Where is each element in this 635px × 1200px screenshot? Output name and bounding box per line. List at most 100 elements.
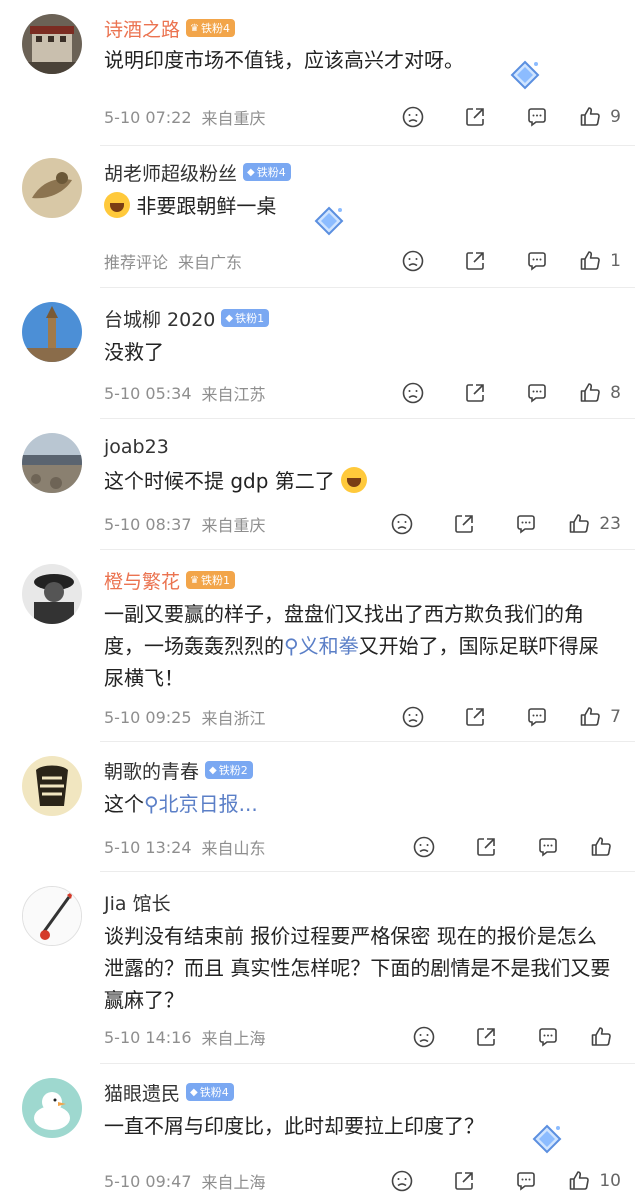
diamond-icon: ◆	[190, 1086, 198, 1098]
username[interactable]: 朝歌的青春	[104, 757, 199, 784]
comment-header: 猫眼遗民 ◆ 铁粉4	[104, 1078, 234, 1106]
fan-badge: ◆ 铁粉1	[221, 309, 270, 327]
topic-link[interactable]: ⚲义和拳	[284, 634, 359, 658]
share-icon	[452, 1169, 476, 1193]
comment-text: 没救了	[104, 340, 164, 364]
avatar[interactable]	[22, 14, 82, 74]
location: 来自重庆	[201, 109, 266, 128]
crown-icon: ♛	[190, 22, 199, 34]
timestamp: 5-10 07:22	[104, 107, 192, 127]
like-icon	[578, 249, 602, 273]
share-button[interactable]	[444, 378, 506, 408]
username[interactable]: 猫眼遗民	[104, 1079, 180, 1106]
topic-link[interactable]: ⚲北京日报...	[144, 792, 258, 816]
avatar[interactable]	[22, 302, 82, 362]
share-button[interactable]	[455, 832, 517, 862]
fan-badge: ◆ 铁粉4	[186, 1083, 234, 1101]
like-icon	[567, 1169, 591, 1193]
fan-badge: ◆ 铁粉2	[205, 761, 253, 779]
comment-meta: 5-10 14:16 来自上海	[104, 1024, 266, 1050]
diamond-icon	[530, 1122, 564, 1156]
avatar[interactable]	[22, 433, 82, 493]
username[interactable]: Jia 馆长	[104, 889, 171, 916]
like-button[interactable]: 7	[568, 705, 621, 729]
reply-button[interactable]	[495, 1166, 557, 1196]
like-button[interactable]: 1	[568, 249, 621, 273]
comment-item: 台城柳 2020 ◆ 铁粉1 没救了 5-10 05:34 来自江苏 8	[0, 288, 635, 418]
reply-button[interactable]	[506, 102, 568, 132]
username[interactable]: joab23	[104, 436, 169, 458]
location: 来自重庆	[201, 516, 266, 535]
like-count: 10	[599, 1171, 621, 1191]
comment-meta: 5-10 08:37 来自重庆	[104, 511, 266, 537]
share-button[interactable]	[455, 1022, 517, 1052]
comment-header: Jia 馆长	[104, 888, 171, 916]
comment-icon	[514, 1169, 538, 1193]
dislike-icon	[401, 381, 425, 405]
reply-button[interactable]	[506, 702, 568, 732]
reply-button[interactable]	[495, 509, 557, 539]
reply-button[interactable]	[517, 1022, 579, 1052]
dislike-button[interactable]	[382, 702, 444, 732]
like-button[interactable]	[579, 835, 621, 859]
recommended-label: 推荐评论	[104, 253, 169, 272]
fan-badge: ◆ 铁粉4	[243, 163, 291, 181]
avatar[interactable]	[22, 886, 82, 946]
share-icon	[474, 835, 498, 859]
dislike-button[interactable]	[382, 378, 444, 408]
like-count: 9	[610, 107, 621, 127]
timestamp: 5-10 14:16	[104, 1027, 192, 1047]
location: 来自山东	[201, 839, 266, 858]
comment-icon	[525, 105, 549, 129]
dislike-button[interactable]	[393, 832, 455, 862]
location: 来自浙江	[201, 709, 266, 728]
diamond-icon	[508, 58, 542, 92]
like-button[interactable]: 9	[568, 105, 621, 129]
username[interactable]: 诗酒之路	[104, 15, 180, 42]
comment-actions: 23	[371, 509, 621, 539]
share-button[interactable]	[444, 702, 506, 732]
like-count: 1	[610, 251, 621, 271]
like-button[interactable]: 23	[557, 512, 621, 536]
timestamp: 5-10 09:25	[104, 707, 192, 727]
reply-button[interactable]	[517, 832, 579, 862]
avatar[interactable]	[22, 756, 82, 816]
share-button[interactable]	[444, 102, 506, 132]
comment-header: 胡老师超级粉丝 ◆ 铁粉4	[104, 158, 291, 186]
comment-meta: 5-10 07:22 来自重庆	[104, 104, 266, 130]
like-button[interactable]	[579, 1025, 621, 1049]
dislike-button[interactable]	[382, 246, 444, 276]
location: 来自广东	[178, 253, 243, 272]
dislike-button[interactable]	[371, 1166, 433, 1196]
comment-text: 这个⚲北京日报...	[104, 792, 258, 816]
username[interactable]: 胡老师超级粉丝	[104, 159, 237, 186]
diamond-icon: ◆	[247, 166, 255, 178]
reply-button[interactable]	[506, 246, 568, 276]
dislike-icon	[390, 1169, 414, 1193]
share-icon	[463, 381, 487, 405]
dislike-icon	[412, 835, 436, 859]
reply-button[interactable]	[506, 378, 568, 408]
comment-actions: 1	[382, 246, 621, 276]
diamond-icon	[312, 204, 346, 238]
share-button[interactable]	[444, 246, 506, 276]
comment-meta: 5-10 05:34 来自江苏	[104, 380, 266, 406]
comment-header: 诗酒之路 ♛ 铁粉4	[104, 14, 235, 42]
share-button[interactable]	[433, 1166, 495, 1196]
comment-icon	[514, 512, 538, 536]
dislike-button[interactable]	[382, 102, 444, 132]
comment-item: 橙与繁花 ♛ 铁粉1 一副又要赢的样子，盘盘们又找出了西方欺负我们的角度，一场轰轰…	[0, 550, 635, 740]
dislike-icon	[390, 512, 414, 536]
avatar[interactable]	[22, 1078, 82, 1138]
dislike-button[interactable]	[393, 1022, 455, 1052]
like-button[interactable]: 8	[568, 381, 621, 405]
share-button[interactable]	[433, 509, 495, 539]
dislike-button[interactable]	[371, 509, 433, 539]
avatar[interactable]	[22, 158, 82, 218]
username[interactable]: 台城柳 2020	[104, 305, 215, 332]
username[interactable]: 橙与繁花	[104, 567, 180, 594]
comment-icon	[525, 249, 549, 273]
fan-badge: ♛ 铁粉4	[186, 19, 235, 37]
like-button[interactable]: 10	[557, 1169, 621, 1193]
avatar[interactable]	[22, 564, 82, 624]
